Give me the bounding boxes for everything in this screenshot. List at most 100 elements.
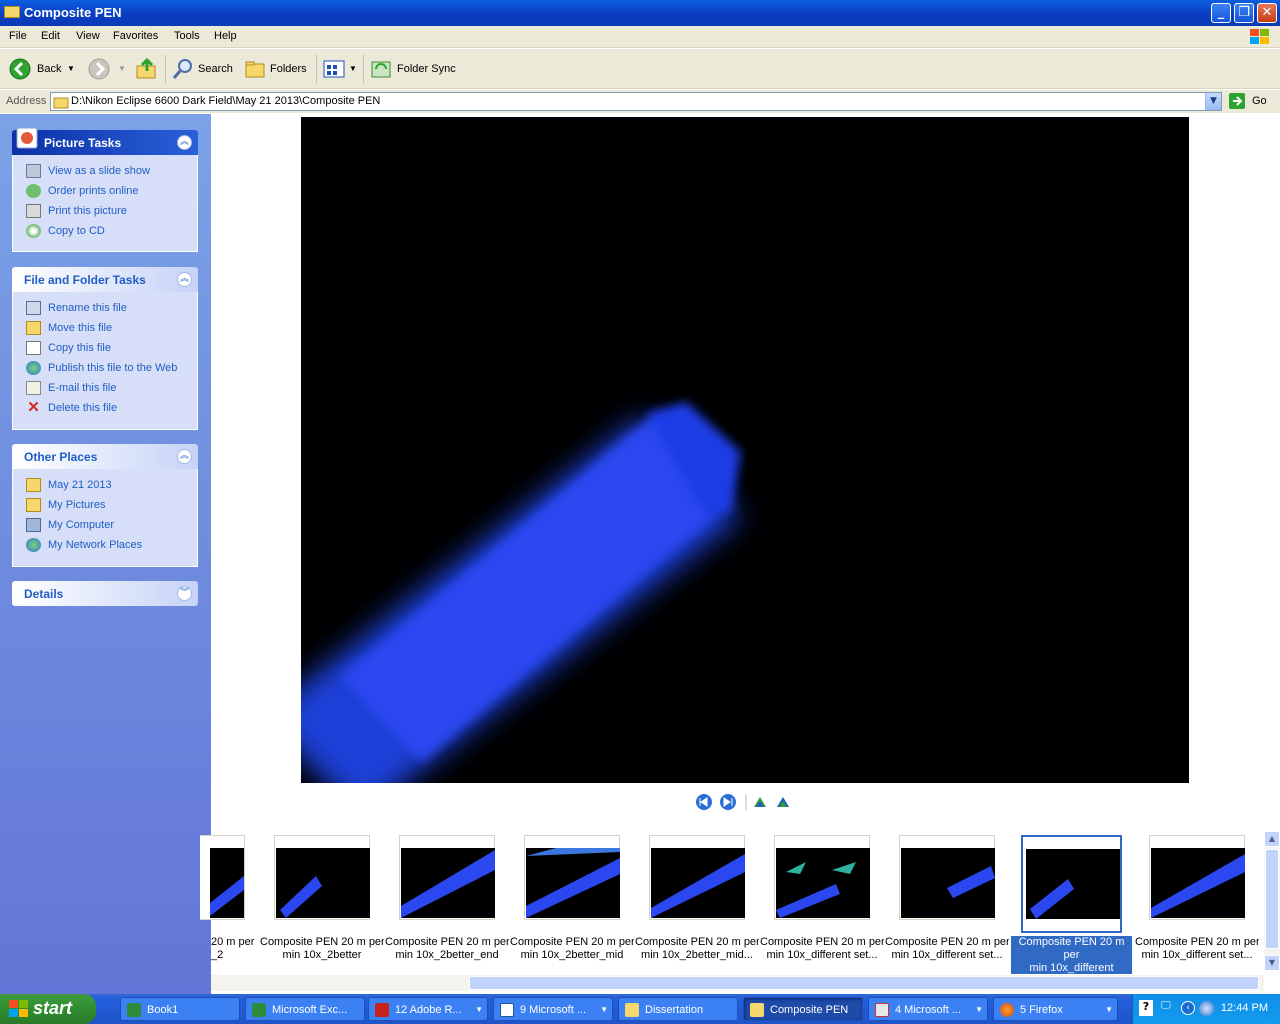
collapse-chevron-icon[interactable]: ︽ <box>177 449 192 464</box>
thumbnail-item[interactable] <box>774 835 870 920</box>
thumbnail-item[interactable] <box>899 835 995 920</box>
next-image-button[interactable] <box>720 794 736 810</box>
printer-icon <box>26 204 41 218</box>
address-dropdown-button[interactable]: ▼ <box>1205 93 1221 110</box>
tray-app-icon[interactable] <box>1199 1001 1214 1016</box>
thumbnail-caption: Composite PEN 20 m per min 10x_2better <box>260 936 384 961</box>
move-file-link[interactable]: Move this file <box>13 320 197 340</box>
place-my-network[interactable]: My Network Places <box>13 537 197 557</box>
outlook-icon <box>875 1003 889 1017</box>
task-composite-pen[interactable]: Composite PEN <box>743 997 863 1021</box>
expand-chevron-icon[interactable]: ︾ <box>177 586 192 601</box>
forward-arrow-icon <box>88 58 110 80</box>
title-bar[interactable]: Composite PEN _ ❐ ✕ <box>0 0 1280 26</box>
copy-file-link[interactable]: Copy this file <box>13 340 197 360</box>
details-header[interactable]: Details ︾ <box>12 581 198 606</box>
task-microsoft-excel[interactable]: Microsoft Exc... <box>245 997 365 1021</box>
up-folder-button[interactable] <box>135 57 161 81</box>
preview-controls <box>695 793 805 811</box>
envelope-icon <box>26 381 41 395</box>
menu-tools[interactable]: Tools <box>174 30 200 42</box>
horizontal-scrollbar[interactable] <box>211 975 1264 991</box>
publish-web-link[interactable]: Publish this file to the Web <box>13 360 197 380</box>
minimize-button[interactable]: _ <box>1211 3 1231 23</box>
windows-logo-icon <box>9 1000 28 1017</box>
folder-sync-icon <box>371 61 391 78</box>
explorer-window: Composite PEN _ ❐ ✕ File Edit View Favor… <box>0 0 1280 994</box>
place-my-computer[interactable]: My Computer <box>13 517 197 537</box>
delete-file-link[interactable]: ✕ Delete this file <box>13 400 197 420</box>
show-hidden-icons-chevron-icon[interactable]: ‹ <box>1181 1001 1195 1015</box>
task-adobe-reader-group[interactable]: 12 Adobe R... ▼ <box>368 997 488 1021</box>
taskbar: start Book1 Microsoft Exc... 12 Adobe R.… <box>0 994 1280 1024</box>
computer-icon <box>26 518 41 532</box>
close-button[interactable]: ✕ <box>1257 3 1277 23</box>
cd-icon <box>26 224 41 238</box>
views-button[interactable]: ▼ <box>322 57 358 81</box>
excel-icon <box>252 1003 266 1017</box>
search-button[interactable]: Search <box>171 57 235 81</box>
view-slide-show-link[interactable]: View as a slide show <box>13 163 197 183</box>
start-button[interactable]: start <box>0 994 96 1024</box>
menu-favorites[interactable]: Favorites <box>113 30 158 42</box>
other-places-header[interactable]: Other Places ︽ <box>12 444 198 469</box>
help-icon[interactable]: ? <box>1139 1000 1153 1016</box>
thumbnail-item-selected[interactable] <box>1021 835 1122 933</box>
folder-icon <box>4 6 20 18</box>
print-picture-link[interactable]: Print this picture <box>13 203 197 223</box>
rotate-counterclockwise-button[interactable] <box>777 797 789 807</box>
clock[interactable]: 12:44 PM <box>1221 1002 1268 1014</box>
picture-preview <box>301 117 1189 783</box>
thumbnail-item[interactable] <box>200 835 245 920</box>
task-firefox-group[interactable]: 5 Firefox ▼ <box>993 997 1118 1021</box>
collapse-chevron-icon[interactable]: ︽ <box>177 135 192 150</box>
picture-tasks-panel: Picture Tasks ︽ View as a slide show Ord… <box>12 127 198 252</box>
forward-button[interactable]: ▼ <box>87 57 127 81</box>
folder-icon <box>26 478 41 492</box>
thumbnail-item[interactable] <box>649 835 745 920</box>
place-my-pictures[interactable]: My Pictures <box>13 497 197 517</box>
slide-show-icon <box>26 164 41 178</box>
go-button[interactable]: Go <box>1228 92 1278 111</box>
address-input[interactable]: D:\Nikon Eclipse 6600 Dark Field\May 21 … <box>50 92 1222 111</box>
thumbnail-item[interactable] <box>524 835 620 920</box>
folder-sync-button[interactable]: Folder Sync <box>369 57 469 81</box>
task-microsoft-outlook-group[interactable]: 4 Microsoft ... ▼ <box>868 997 988 1021</box>
rotate-clockwise-button[interactable] <box>754 797 766 807</box>
thumbnail-item[interactable] <box>274 835 370 920</box>
up-folder-icon <box>136 57 156 79</box>
task-book1[interactable]: Book1 <box>120 997 240 1021</box>
my-pictures-icon <box>26 498 41 512</box>
copy-to-cd-link[interactable]: Copy to CD <box>13 223 197 243</box>
back-button[interactable]: Back ▼ <box>8 57 78 81</box>
menu-edit[interactable]: Edit <box>41 30 60 42</box>
menu-help[interactable]: Help <box>214 30 237 42</box>
file-folder-tasks-header[interactable]: File and Folder Tasks ︽ <box>12 267 198 292</box>
rename-file-link[interactable]: Rename this file <box>13 300 197 320</box>
folders-button[interactable]: Folders <box>243 57 313 81</box>
menu-file[interactable]: File <box>9 30 27 42</box>
vertical-scroll-thumb[interactable] <box>1265 849 1279 949</box>
thumbnail-item[interactable] <box>399 835 495 920</box>
task-microsoft-word-group[interactable]: 9 Microsoft ... ▼ <box>493 997 613 1021</box>
place-may-21-2013[interactable]: May 21 2013 <box>13 477 197 497</box>
picture-tasks-header[interactable]: Picture Tasks ︽ <box>12 127 198 155</box>
order-prints-link[interactable]: Order prints online <box>13 183 197 203</box>
copy-icon <box>26 341 41 355</box>
thumbnail-item[interactable] <box>1149 835 1245 920</box>
scroll-down-arrow-icon[interactable]: ▼ <box>1264 955 1280 971</box>
file-folder-tasks-title: File and Folder Tasks <box>24 273 146 287</box>
scroll-up-arrow-icon[interactable]: ▲ <box>1264 831 1280 847</box>
vertical-scrollbar[interactable]: ▲ ▼ <box>1264 831 1280 971</box>
email-file-link[interactable]: E-mail this file <box>13 380 197 400</box>
task-dissertation[interactable]: Dissertation <box>618 997 738 1021</box>
picture-tasks-icon <box>16 127 38 149</box>
excel-icon <box>127 1003 141 1017</box>
network-status-icon[interactable]: 🖵 <box>1161 1000 1171 1011</box>
previous-image-button[interactable] <box>696 794 712 810</box>
collapse-chevron-icon[interactable]: ︽ <box>177 272 192 287</box>
menu-view[interactable]: View <box>76 30 100 42</box>
task-pane: Picture Tasks ︽ View as a slide show Ord… <box>0 114 211 994</box>
horizontal-scroll-thumb[interactable] <box>469 976 1259 990</box>
maximize-button[interactable]: ❐ <box>1234 3 1254 23</box>
